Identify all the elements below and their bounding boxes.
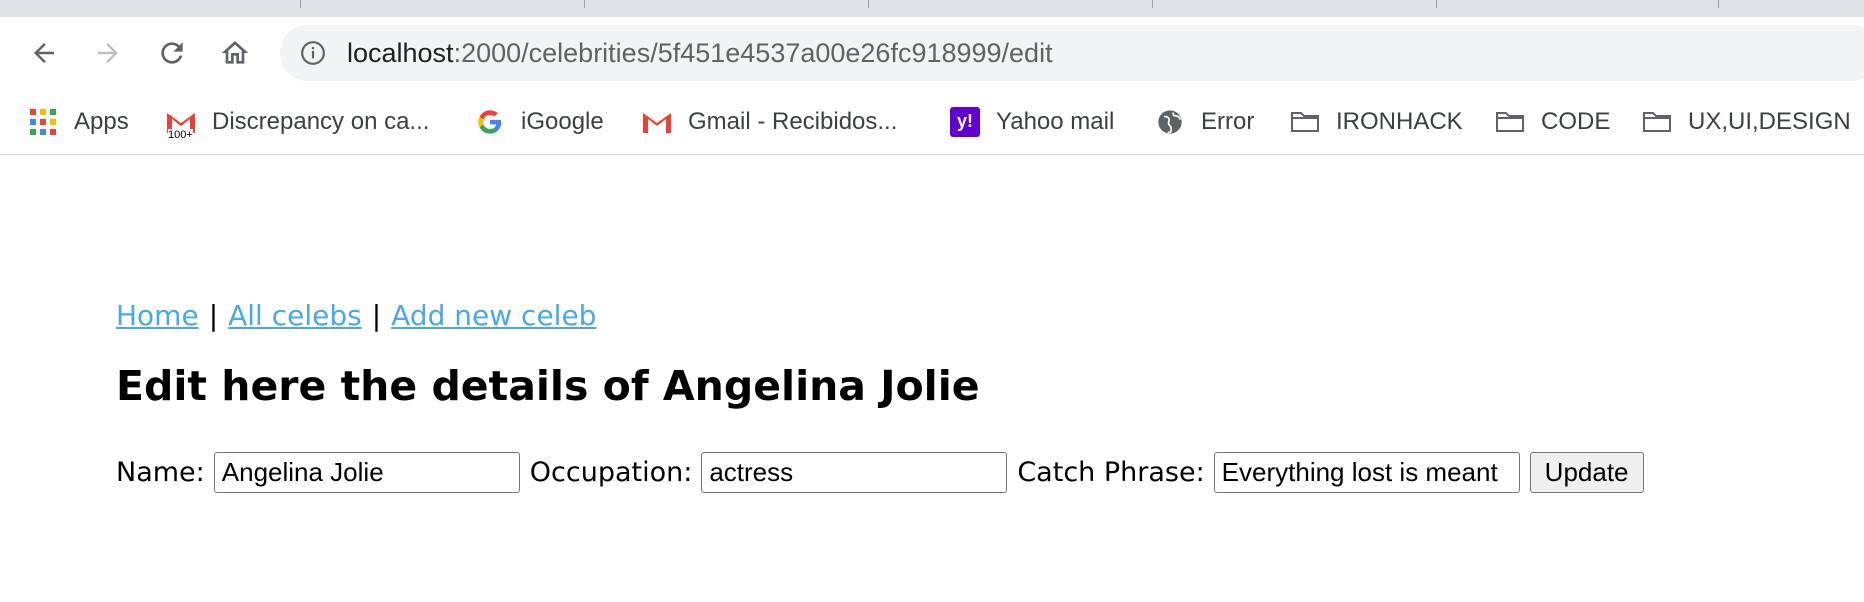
bookmark-label: Error [1201, 107, 1255, 135]
occupation-label: Occupation: [529, 456, 693, 488]
add-new-celeb-link[interactable]: Add new celeb [391, 299, 596, 332]
bookmark-label: IRONHACK [1336, 107, 1463, 135]
folder-icon [1642, 107, 1672, 137]
tab-separator [1152, 0, 1153, 8]
reload-icon [161, 42, 183, 64]
unread-badge: 100+ [168, 128, 193, 141]
bookmark-error[interactable]: Error [1155, 89, 1254, 154]
arrow-right-icon [98, 43, 118, 63]
forward-button[interactable] [88, 33, 128, 73]
update-button[interactable]: Update [1529, 451, 1644, 493]
catch-phrase-input[interactable] [1213, 451, 1520, 493]
page-title: Edit here the details of Angelina Jolie [116, 362, 980, 410]
bookmark-code[interactable]: CODE [1495, 89, 1610, 154]
bookmark-apps[interactable]: Apps [28, 89, 129, 154]
nav-separator: | [208, 299, 219, 332]
gmail-icon: 100+ [166, 107, 196, 141]
arrow-left-icon [34, 43, 54, 63]
home-link[interactable]: Home [116, 299, 199, 332]
folder-icon [1290, 107, 1320, 137]
url-text[interactable]: localhost:2000/celebrities/5f451e4537a00… [347, 35, 1053, 71]
browser-toolbar: localhost:2000/celebrities/5f451e4537a00… [0, 17, 1864, 89]
tab-separator [868, 0, 869, 8]
tab-strip [0, 0, 1864, 17]
tab-separator [1718, 0, 1719, 8]
bookmark-igoogle[interactable]: iGoogle [475, 89, 604, 154]
yahoo-icon: y! [950, 106, 980, 137]
bookmark-label: CODE [1541, 107, 1611, 135]
gmail-icon [642, 107, 672, 137]
bookmark-label: Discrepancy on ca... [212, 107, 430, 135]
home-icon [221, 41, 249, 64]
all-celebs-link[interactable]: All celebs [228, 299, 362, 332]
bookmark-ironhack[interactable]: IRONHACK [1290, 89, 1463, 154]
name-label: Name: [116, 456, 205, 488]
back-button[interactable] [24, 33, 64, 73]
bookmark-ux-ui-design[interactable]: UX,UI,DESIGN [1642, 89, 1851, 154]
globe-icon [1155, 107, 1185, 137]
tab-separator [300, 0, 301, 8]
reload-button[interactable] [152, 33, 192, 73]
bookmark-label: UX,UI,DESIGN [1688, 107, 1851, 135]
apps-grid-icon [28, 107, 58, 137]
info-icon[interactable] [300, 40, 326, 66]
bookmark-discrepancy[interactable]: 100+ Discrepancy on ca... [166, 89, 429, 154]
address-bar[interactable]: localhost:2000/celebrities/5f451e4537a00… [280, 25, 1864, 81]
folder-icon [1495, 107, 1525, 137]
url-host: localhost [347, 38, 454, 68]
tab-separator [1436, 0, 1437, 8]
bookmark-label: Yahoo mail [996, 107, 1115, 135]
bookmark-gmail-recibidos[interactable]: Gmail - Recibidos... [642, 89, 897, 154]
name-input[interactable] [213, 451, 520, 493]
url-path: :2000/celebrities/5f451e4537a00e26fc9189… [453, 38, 1053, 68]
page-content: Home | All celebs | Add new celeb Edit here … [0, 155, 1864, 602]
bookmark-yahoo-mail[interactable]: y! Yahoo mail [950, 89, 1114, 154]
bookmark-label: Apps [74, 107, 129, 135]
edit-celebrity-form: Name: Occupation: Catch Phrase: Update [116, 451, 1644, 493]
catch-phrase-label: Catch Phrase: [1017, 456, 1205, 488]
home-button[interactable] [215, 33, 255, 73]
site-nav: Home | All celebs | Add new celeb [116, 299, 596, 339]
tab-separator [584, 0, 585, 8]
nav-separator: | [371, 299, 382, 332]
bookmark-label: iGoogle [521, 107, 604, 135]
bookmarks-bar: Apps 100+ Discrepancy on ca... iGoogle G… [0, 89, 1864, 155]
google-icon [475, 107, 505, 137]
bookmark-label: Gmail - Recibidos... [688, 107, 898, 135]
occupation-input[interactable] [701, 451, 1008, 493]
